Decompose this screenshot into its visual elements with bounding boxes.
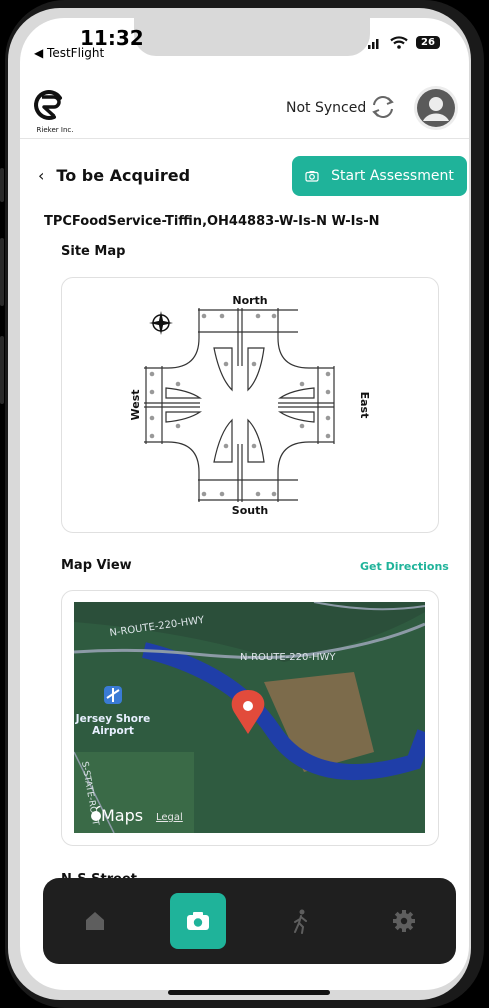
map-view-label: Map View: [61, 558, 132, 573]
sync-icon[interactable]: [370, 96, 396, 118]
get-directions-link[interactable]: Get Directions: [360, 560, 449, 573]
gear-icon: [393, 910, 416, 932]
home-icon: [85, 912, 104, 930]
wifi-icon: [390, 36, 408, 49]
airport-label-2: Airport: [92, 725, 134, 737]
legal-link[interactable]: Legal: [156, 812, 183, 823]
intersection-diagram: North South West East: [129, 294, 371, 517]
airport-icon: [104, 686, 122, 704]
home-indicator: [168, 990, 330, 995]
site-name: TPCFoodService-Tiffin,OH44883-W-Is-N W-I…: [44, 214, 380, 229]
avatar[interactable]: [414, 86, 458, 130]
camera-icon: [305, 171, 319, 182]
start-assessment-label: Start Assessment: [331, 168, 454, 184]
site-map-label: Site Map: [61, 244, 126, 259]
device-side-button: [0, 168, 4, 202]
site-map-card: North South West East: [61, 277, 439, 533]
device-side-button: [0, 336, 4, 404]
device-side-button: [0, 238, 4, 306]
status-icons: 26: [368, 36, 440, 49]
tab-walk[interactable]: [273, 893, 329, 949]
bottom-tab-bar: [43, 878, 456, 964]
camera-icon: [186, 912, 209, 930]
south-label: South: [232, 504, 268, 517]
tab-camera[interactable]: [169, 893, 226, 949]
back-navigation[interactable]: ‹ To be Acquired: [38, 166, 190, 185]
app-header: Rieker Inc. Not Synced: [20, 80, 469, 139]
back-to-testflight-link[interactable]: ◀ TestFlight: [34, 46, 104, 60]
page-title: To be Acquired: [56, 166, 191, 185]
signal-icon: [368, 38, 379, 49]
tab-settings[interactable]: [376, 893, 432, 949]
tab-home[interactable]: [67, 893, 123, 949]
logo-caption: Rieker Inc.: [36, 126, 74, 134]
start-assessment-button[interactable]: Start Assessment: [292, 156, 467, 196]
walk-icon: [294, 909, 308, 934]
chevron-left-icon: ‹: [38, 166, 45, 185]
rieker-logo: Rieker Inc.: [30, 86, 73, 134]
rieker-logo-icon: [34, 90, 62, 120]
maps-brand: Maps: [101, 806, 143, 825]
sync-status: Not Synced: [286, 100, 367, 116]
compass-icon: [149, 311, 173, 335]
battery-indicator: 26: [416, 36, 440, 49]
map-canvas: N-ROUTE-220-HWY N-ROUTE-220-HWY Jersey S…: [74, 602, 425, 833]
west-label: West: [129, 389, 142, 420]
airport-label-1: Jersey Shore: [75, 713, 151, 725]
north-label: North: [232, 294, 267, 307]
map-view[interactable]: N-ROUTE-220-HWY N-ROUTE-220-HWY Jersey S…: [74, 602, 425, 833]
device-notch: [134, 18, 370, 56]
road-label-2: N-ROUTE-220-HWY: [240, 652, 336, 663]
user-avatar-icon: [417, 89, 455, 127]
east-label: East: [358, 392, 371, 419]
